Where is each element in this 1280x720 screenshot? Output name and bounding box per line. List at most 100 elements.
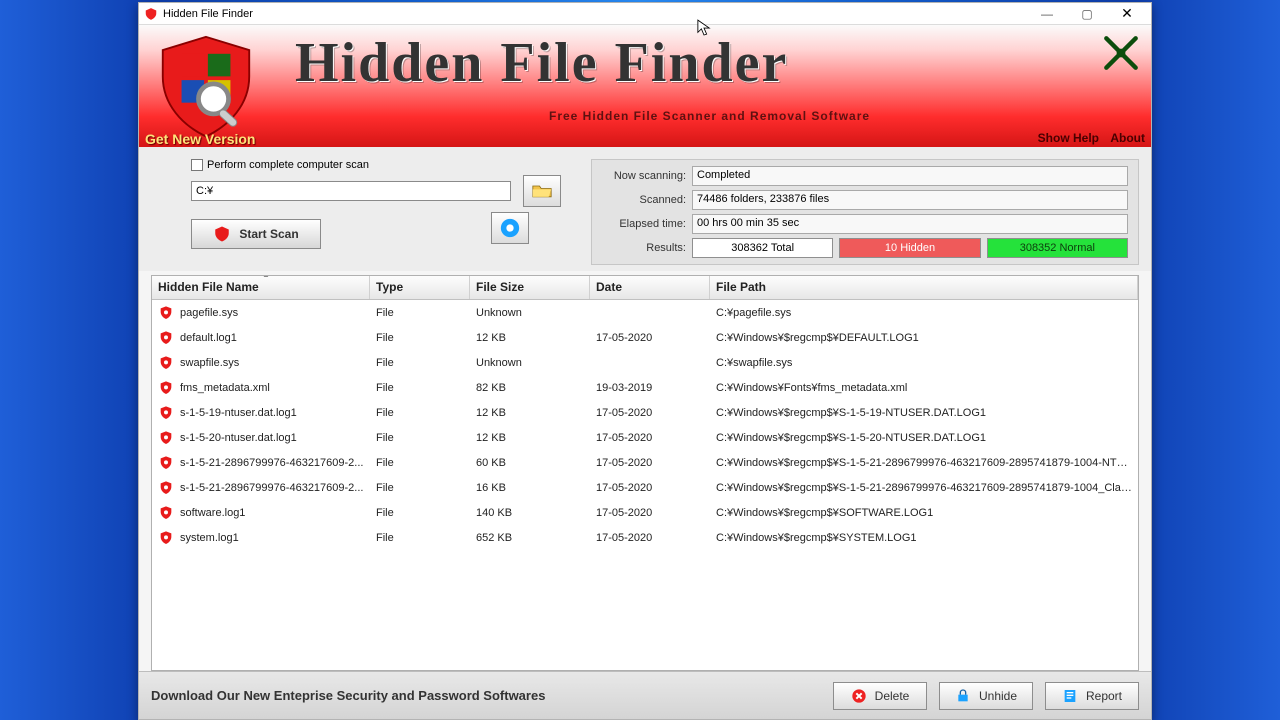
results-normal: 308352 Normal — [987, 238, 1128, 258]
cell-size: 12 KB — [470, 430, 590, 446]
cell-size: 12 KB — [470, 330, 590, 346]
cell-date: 17-05-2020 — [590, 405, 710, 421]
cell-date — [590, 361, 710, 365]
table-row[interactable]: s-1-5-21-2896799976-463217609-2...File16… — [152, 475, 1138, 500]
report-button[interactable]: Report — [1045, 682, 1139, 710]
elapsed-value: 00 hrs 00 min 35 sec — [692, 214, 1128, 234]
col-size[interactable]: File Size — [470, 276, 590, 299]
cell-name: s-1-5-21-2896799976-463217609-2... — [180, 457, 363, 469]
show-help-link[interactable]: Show Help — [1038, 131, 1099, 145]
unhide-button[interactable]: Unhide — [939, 682, 1033, 710]
complete-scan-checkbox[interactable]: Perform complete computer scan — [191, 159, 591, 171]
table-row[interactable]: s-1-5-20-ntuser.dat.log1 File12 KB17-05-2… — [152, 425, 1138, 450]
cell-size: Unknown — [470, 305, 590, 321]
cell-name: software.log1 — [180, 507, 245, 519]
cell-path: C:¥Windows¥$regcmp$¥DEFAULT.LOG1 — [710, 330, 1138, 346]
table-row[interactable]: s-1-5-19-ntuser.dat.log1File12 KB17-05-2… — [152, 400, 1138, 425]
delete-label: Delete — [875, 689, 910, 703]
minimize-button[interactable]: — — [1027, 4, 1067, 24]
titlebar[interactable]: Hidden File Finder — ▢ ✕ — [139, 3, 1151, 25]
cell-date: 17-05-2020 — [590, 530, 710, 546]
cell-path: C:¥Windows¥$regcmp$¥S-1-5-19-NTUSER.DAT.… — [710, 405, 1138, 421]
cell-size: 82 KB — [470, 380, 590, 396]
table-body: pagefile.sysFileUnknownC:¥pagefile.sysde… — [152, 300, 1138, 550]
col-date[interactable]: Date — [590, 276, 710, 299]
cell-size: 60 KB — [470, 455, 590, 471]
controls-area: Perform complete computer scan Start Sca… — [139, 147, 1151, 271]
table-row[interactable]: default.log1 File12 KB17-05-2020C:¥Window… — [152, 325, 1138, 350]
promo-text[interactable]: Download Our New Enteprise Security and … — [151, 688, 545, 703]
settings-button[interactable] — [491, 212, 529, 244]
cell-path: C:¥pagefile.sys — [710, 305, 1138, 321]
cell-size: 652 KB — [470, 530, 590, 546]
cell-path: C:¥Windows¥$regcmp$¥SYSTEM.LOG1 — [710, 530, 1138, 546]
table-row[interactable]: software.log1File140 KB17-05-2020C:¥Wind… — [152, 500, 1138, 525]
delete-button[interactable]: Delete — [833, 682, 927, 710]
brand-subtitle: Free Hidden File Scanner and Removal Sof… — [549, 109, 870, 123]
cell-name: swapfile.sys — [180, 357, 239, 369]
cell-path: C:¥Windows¥$regcmp$¥SOFTWARE.LOG1 — [710, 505, 1138, 521]
results-hidden: 10 Hidden — [839, 238, 980, 258]
cell-name: default.log1 — [180, 332, 237, 344]
table-header[interactable]: ▲Hidden File Name Type File Size Date Fi… — [152, 276, 1138, 300]
cell-path: C:¥Windows¥$regcmp$¥S-1-5-21-2896799976-… — [710, 480, 1138, 496]
cell-name: s-1-5-19-ntuser.dat.log1 — [180, 407, 297, 419]
scan-path-input[interactable] — [191, 181, 511, 201]
results-label: Results: — [602, 242, 692, 254]
cell-type: File — [370, 305, 470, 321]
start-scan-button[interactable]: Start Scan — [191, 219, 321, 249]
scanned-label: Scanned: — [602, 194, 692, 206]
shield-logo — [159, 35, 253, 133]
cell-type: File — [370, 430, 470, 446]
cell-type: File — [370, 330, 470, 346]
now-scanning-value: Completed — [692, 166, 1128, 186]
cell-date: 17-05-2020 — [590, 505, 710, 521]
cell-size: Unknown — [470, 355, 590, 371]
cell-name: system.log1 — [180, 532, 239, 544]
cell-name: pagefile.sys — [180, 307, 238, 319]
results-total: 308362 Total — [692, 238, 833, 258]
cell-date: 17-05-2020 — [590, 455, 710, 471]
cell-date: 17-05-2020 — [590, 430, 710, 446]
checkbox-icon[interactable] — [191, 159, 203, 171]
col-path[interactable]: File Path — [710, 276, 1138, 299]
elapsed-label: Elapsed time: — [602, 218, 692, 230]
cell-type: File — [370, 405, 470, 421]
unhide-label: Unhide — [979, 689, 1017, 703]
sort-asc-icon: ▲ — [262, 275, 270, 279]
header-banner: Hidden File Finder Free Hidden File Scan… — [139, 25, 1151, 147]
browse-folder-button[interactable] — [523, 175, 561, 207]
cell-type: File — [370, 530, 470, 546]
cell-date: 17-05-2020 — [590, 330, 710, 346]
close-button[interactable]: ✕ — [1107, 4, 1147, 24]
checkbox-label: Perform complete computer scan — [207, 159, 369, 171]
report-label: Report — [1086, 689, 1122, 703]
table-row[interactable]: fms_metadata.xmlFile82 KB19-03-2019C:¥Wi… — [152, 375, 1138, 400]
table-row[interactable]: s-1-5-21-2896799976-463217609-2...File60… — [152, 450, 1138, 475]
cell-type: File — [370, 380, 470, 396]
cell-path: C:¥swapfile.sys — [710, 355, 1138, 371]
maximize-button[interactable]: ▢ — [1067, 4, 1107, 24]
cell-name: s-1-5-21-2896799976-463217609-2... — [180, 482, 363, 494]
table-row[interactable]: swapfile.sys FileUnknown C:¥swapfile.sys — [152, 350, 1138, 375]
cell-type: File — [370, 480, 470, 496]
cell-type: File — [370, 355, 470, 371]
swords-icon — [1099, 31, 1143, 75]
cell-name: fms_metadata.xml — [180, 382, 270, 394]
about-link[interactable]: About — [1110, 131, 1145, 145]
cell-path: C:¥Windows¥$regcmp$¥S-1-5-21-2896799976-… — [710, 455, 1138, 471]
brand-title: Hidden File Finder — [295, 31, 788, 95]
col-name[interactable]: ▲Hidden File Name — [152, 276, 370, 299]
table-row[interactable]: system.log1 File652 KB17-05-2020C:¥Window… — [152, 525, 1138, 550]
results-table: ▲Hidden File Name Type File Size Date Fi… — [151, 275, 1139, 671]
table-row[interactable]: pagefile.sys FileUnknown C:¥pagefile.sys — [152, 300, 1138, 325]
start-scan-label: Start Scan — [239, 227, 298, 241]
app-icon — [143, 6, 159, 22]
get-new-version-link[interactable]: Get New Version — [145, 131, 255, 147]
status-panel: Now scanning: Completed Scanned: 74486 f… — [591, 159, 1139, 265]
scanned-value: 74486 folders, 233876 files — [692, 190, 1128, 210]
col-type[interactable]: Type — [370, 276, 470, 299]
cell-size: 140 KB — [470, 505, 590, 521]
cell-name: s-1-5-20-ntuser.dat.log1 — [180, 432, 297, 444]
now-scanning-label: Now scanning: — [602, 170, 692, 182]
